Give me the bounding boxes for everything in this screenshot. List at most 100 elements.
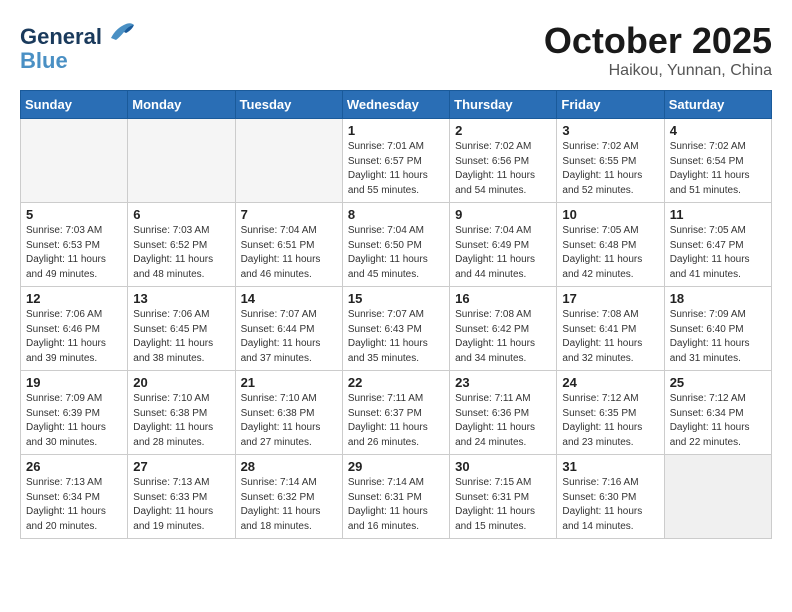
day-cell: 19 Sunrise: 7:09 AM Sunset: 6:39 PM Dayli… bbox=[21, 371, 128, 455]
day-cell: 5Sunrise: 7:03 AM Sunset: 6:53 PM Daylig… bbox=[21, 203, 128, 287]
day-cell: 18 Sunrise: 7:09 AM Sunset: 6:40 PM Dayli… bbox=[664, 287, 771, 371]
day-cell: 26Sunrise: 7:13 AM Sunset: 6:34 PM Dayli… bbox=[21, 455, 128, 539]
day-cell: 20Sunrise: 7:10 AM Sunset: 6:38 PM Dayli… bbox=[128, 371, 235, 455]
col-header-thursday: Thursday bbox=[450, 91, 557, 119]
day-cell: 7 Sunrise: 7:04 AM Sunset: 6:51 PM Daylig… bbox=[235, 203, 342, 287]
day-info: Sunrise: 7:04 AM Sunset: 6:49 PM Dayligh… bbox=[455, 224, 551, 282]
day-number: 11 bbox=[670, 207, 766, 222]
week-row-2: 5Sunrise: 7:03 AM Sunset: 6:53 PM Daylig… bbox=[21, 203, 772, 287]
day-number: 4 bbox=[670, 123, 766, 138]
day-number: 15 bbox=[348, 291, 444, 306]
day-number: 23 bbox=[455, 375, 551, 390]
day-number: 10 bbox=[562, 207, 658, 222]
title-block: October 2025 Haikou, Yunnan, China bbox=[544, 20, 772, 80]
week-row-5: 26Sunrise: 7:13 AM Sunset: 6:34 PM Dayli… bbox=[21, 455, 772, 539]
day-cell: 21 Sunrise: 7:10 AM Sunset: 6:38 PM Dayli… bbox=[235, 371, 342, 455]
day-cell: 13 Sunrise: 7:06 AM Sunset: 6:45 PM Dayli… bbox=[128, 287, 235, 371]
day-cell: 11 Sunrise: 7:05 AM Sunset: 6:47 PM Dayli… bbox=[664, 203, 771, 287]
day-info: Sunrise: 7:11 AM Sunset: 6:36 PM Dayligh… bbox=[455, 392, 551, 450]
day-cell: 25 Sunrise: 7:12 AM Sunset: 6:34 PM Dayli… bbox=[664, 371, 771, 455]
day-info: Sunrise: 7:06 AM Sunset: 6:46 PM Dayligh… bbox=[26, 308, 122, 366]
day-number: 17 bbox=[562, 291, 658, 306]
day-number: 20 bbox=[133, 375, 229, 390]
day-info: Sunrise: 7:05 AM Sunset: 6:48 PM Dayligh… bbox=[562, 224, 658, 282]
day-cell bbox=[128, 119, 235, 203]
logo-text: General bbox=[20, 20, 136, 49]
day-number: 7 bbox=[241, 207, 337, 222]
day-cell: 28Sunrise: 7:14 AM Sunset: 6:32 PM Dayli… bbox=[235, 455, 342, 539]
col-header-sunday: Sunday bbox=[21, 91, 128, 119]
col-header-friday: Friday bbox=[557, 91, 664, 119]
day-cell bbox=[21, 119, 128, 203]
day-info: Sunrise: 7:13 AM Sunset: 6:33 PM Dayligh… bbox=[133, 476, 229, 534]
day-number: 1 bbox=[348, 123, 444, 138]
day-number: 26 bbox=[26, 459, 122, 474]
logo-blue: Blue bbox=[20, 49, 136, 73]
day-cell: 29 Sunrise: 7:14 AM Sunset: 6:31 PM Dayli… bbox=[342, 455, 449, 539]
day-info: Sunrise: 7:15 AM Sunset: 6:31 PM Dayligh… bbox=[455, 476, 551, 534]
day-info: Sunrise: 7:02 AM Sunset: 6:55 PM Dayligh… bbox=[562, 140, 658, 198]
day-info: Sunrise: 7:07 AM Sunset: 6:43 PM Dayligh… bbox=[348, 308, 444, 366]
day-number: 12 bbox=[26, 291, 122, 306]
day-info: Sunrise: 7:08 AM Sunset: 6:41 PM Dayligh… bbox=[562, 308, 658, 366]
col-header-saturday: Saturday bbox=[664, 91, 771, 119]
day-number: 6 bbox=[133, 207, 229, 222]
day-info: Sunrise: 7:07 AM Sunset: 6:44 PM Dayligh… bbox=[241, 308, 337, 366]
day-info: Sunrise: 7:14 AM Sunset: 6:32 PM Dayligh… bbox=[241, 476, 337, 534]
day-cell: 31 Sunrise: 7:16 AM Sunset: 6:30 PM Dayli… bbox=[557, 455, 664, 539]
day-cell: 23 Sunrise: 7:11 AM Sunset: 6:36 PM Dayli… bbox=[450, 371, 557, 455]
day-number: 3 bbox=[562, 123, 658, 138]
day-cell: 27Sunrise: 7:13 AM Sunset: 6:33 PM Dayli… bbox=[128, 455, 235, 539]
day-number: 30 bbox=[455, 459, 551, 474]
day-info: Sunrise: 7:03 AM Sunset: 6:53 PM Dayligh… bbox=[26, 224, 122, 282]
day-info: Sunrise: 7:02 AM Sunset: 6:54 PM Dayligh… bbox=[670, 140, 766, 198]
day-number: 13 bbox=[133, 291, 229, 306]
day-info: Sunrise: 7:11 AM Sunset: 6:37 PM Dayligh… bbox=[348, 392, 444, 450]
week-row-3: 12 Sunrise: 7:06 AM Sunset: 6:46 PM Dayli… bbox=[21, 287, 772, 371]
day-info: Sunrise: 7:02 AM Sunset: 6:56 PM Dayligh… bbox=[455, 140, 551, 198]
day-number: 2 bbox=[455, 123, 551, 138]
calendar-table: SundayMondayTuesdayWednesdayThursdayFrid… bbox=[20, 90, 772, 539]
day-info: Sunrise: 7:04 AM Sunset: 6:51 PM Dayligh… bbox=[241, 224, 337, 282]
month-title: October 2025 bbox=[544, 20, 772, 62]
day-cell: 15 Sunrise: 7:07 AM Sunset: 6:43 PM Dayli… bbox=[342, 287, 449, 371]
day-number: 21 bbox=[241, 375, 337, 390]
day-cell: 14 Sunrise: 7:07 AM Sunset: 6:44 PM Dayli… bbox=[235, 287, 342, 371]
day-cell: 9 Sunrise: 7:04 AM Sunset: 6:49 PM Daylig… bbox=[450, 203, 557, 287]
col-header-tuesday: Tuesday bbox=[235, 91, 342, 119]
day-cell: 2 Sunrise: 7:02 AM Sunset: 6:56 PM Daylig… bbox=[450, 119, 557, 203]
day-info: Sunrise: 7:12 AM Sunset: 6:34 PM Dayligh… bbox=[670, 392, 766, 450]
day-info: Sunrise: 7:03 AM Sunset: 6:52 PM Dayligh… bbox=[133, 224, 229, 282]
day-info: Sunrise: 7:09 AM Sunset: 6:40 PM Dayligh… bbox=[670, 308, 766, 366]
header-row: SundayMondayTuesdayWednesdayThursdayFrid… bbox=[21, 91, 772, 119]
day-number: 19 bbox=[26, 375, 122, 390]
day-number: 18 bbox=[670, 291, 766, 306]
day-cell: 22 Sunrise: 7:11 AM Sunset: 6:37 PM Dayli… bbox=[342, 371, 449, 455]
day-info: Sunrise: 7:05 AM Sunset: 6:47 PM Dayligh… bbox=[670, 224, 766, 282]
day-number: 9 bbox=[455, 207, 551, 222]
day-number: 22 bbox=[348, 375, 444, 390]
day-cell: 4 Sunrise: 7:02 AM Sunset: 6:54 PM Daylig… bbox=[664, 119, 771, 203]
day-info: Sunrise: 7:16 AM Sunset: 6:30 PM Dayligh… bbox=[562, 476, 658, 534]
day-info: Sunrise: 7:10 AM Sunset: 6:38 PM Dayligh… bbox=[241, 392, 337, 450]
day-cell bbox=[235, 119, 342, 203]
location: Haikou, Yunnan, China bbox=[544, 62, 772, 80]
day-cell: 24Sunrise: 7:12 AM Sunset: 6:35 PM Dayli… bbox=[557, 371, 664, 455]
day-number: 31 bbox=[562, 459, 658, 474]
day-info: Sunrise: 7:01 AM Sunset: 6:57 PM Dayligh… bbox=[348, 140, 444, 198]
day-info: Sunrise: 7:14 AM Sunset: 6:31 PM Dayligh… bbox=[348, 476, 444, 534]
logo: General Blue bbox=[20, 20, 136, 73]
week-row-1: 1 Sunrise: 7:01 AM Sunset: 6:57 PM Daylig… bbox=[21, 119, 772, 203]
day-info: Sunrise: 7:08 AM Sunset: 6:42 PM Dayligh… bbox=[455, 308, 551, 366]
day-info: Sunrise: 7:09 AM Sunset: 6:39 PM Dayligh… bbox=[26, 392, 122, 450]
col-header-wednesday: Wednesday bbox=[342, 91, 449, 119]
day-number: 25 bbox=[670, 375, 766, 390]
week-row-4: 19 Sunrise: 7:09 AM Sunset: 6:39 PM Dayli… bbox=[21, 371, 772, 455]
day-cell: 30 Sunrise: 7:15 AM Sunset: 6:31 PM Dayli… bbox=[450, 455, 557, 539]
day-cell: 10 Sunrise: 7:05 AM Sunset: 6:48 PM Dayli… bbox=[557, 203, 664, 287]
day-info: Sunrise: 7:06 AM Sunset: 6:45 PM Dayligh… bbox=[133, 308, 229, 366]
day-number: 8 bbox=[348, 207, 444, 222]
day-number: 29 bbox=[348, 459, 444, 474]
day-number: 14 bbox=[241, 291, 337, 306]
col-header-monday: Monday bbox=[128, 91, 235, 119]
